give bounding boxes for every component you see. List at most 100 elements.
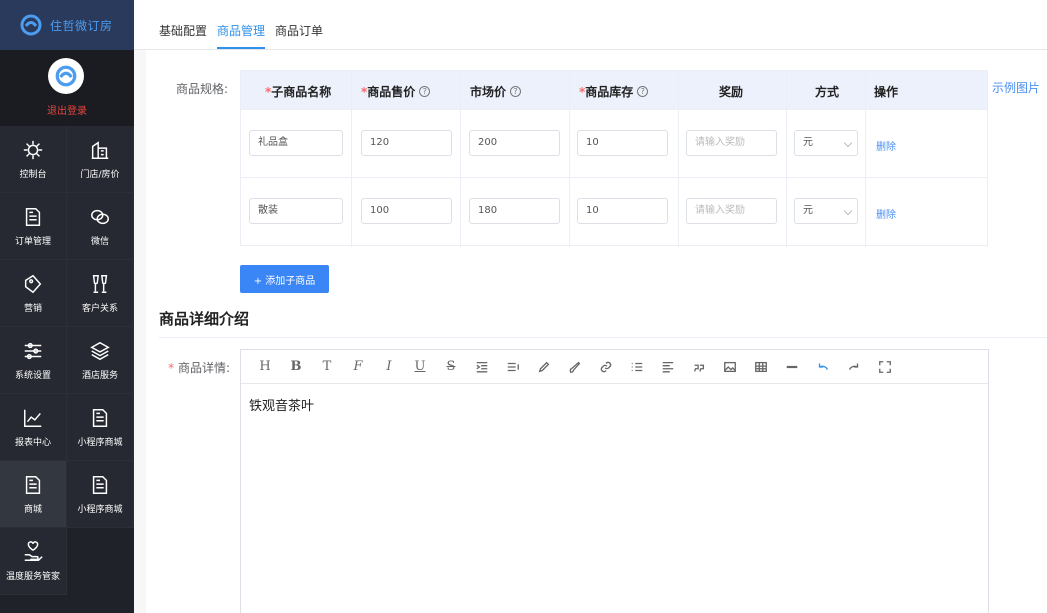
delete-link[interactable]: 删除 <box>876 206 896 221</box>
image-icon[interactable] <box>720 357 740 377</box>
line-height-icon[interactable] <box>503 357 523 377</box>
tab-product-orders[interactable]: 商品订单 <box>275 22 323 39</box>
market-price-input[interactable]: 180 <box>469 198 560 224</box>
add-sub-product-button[interactable]: + 添加子商品 <box>240 265 329 293</box>
quote-icon[interactable] <box>689 357 709 377</box>
mode-value: 元 <box>803 137 813 148</box>
sliders-icon <box>24 342 42 359</box>
menu-item-butler[interactable]: 温度服务管家 <box>0 528 67 595</box>
list-icon[interactable] <box>627 357 647 377</box>
menu-item-settings[interactable]: 系统设置 <box>0 327 67 394</box>
mode-select[interactable]: 元 <box>794 198 858 224</box>
fullscreen-icon[interactable] <box>875 357 895 377</box>
divider-icon[interactable] <box>782 357 802 377</box>
header-price-text: 商品售价 <box>367 85 416 99</box>
spec-table-header: * 子商品名称 * 商品售价? 市场价? * 商品库存? 奖励 方式 操作 <box>241 71 987 109</box>
underline-icon[interactable]: U <box>410 357 430 377</box>
menu-label: 微信 <box>90 236 109 247</box>
header-stock: * 商品库存? <box>579 83 649 100</box>
table-row: 礼品盒 120 200 10 请输入奖励 元 删除 <box>241 109 987 177</box>
menu-label: 小程序商城 <box>77 504 123 515</box>
document-icon <box>92 475 108 494</box>
wechat-icon <box>91 209 109 224</box>
header-market: 市场价? <box>470 83 522 100</box>
help-icon[interactable]: ? <box>637 86 649 97</box>
logout-link[interactable]: 退出登录 <box>0 102 134 117</box>
tab-bar: 基础配置 商品管理 商品订单 <box>134 0 1047 50</box>
menu-label: 温度服务管家 <box>5 571 60 582</box>
building-icon <box>91 140 109 159</box>
price-input[interactable]: 100 <box>361 198 452 224</box>
spec-label: 商品规格: <box>175 82 228 96</box>
help-icon[interactable]: ? <box>510 86 522 97</box>
reward-input[interactable]: 请输入奖励 <box>686 198 777 224</box>
tab-product-manage[interactable]: 商品管理 <box>217 22 266 49</box>
menu-label: 系统设置 <box>14 370 51 381</box>
link-icon[interactable] <box>596 357 616 377</box>
bg-color-icon[interactable] <box>565 357 585 377</box>
font-family-icon[interactable]: F <box>348 357 368 377</box>
menu-item-orders[interactable]: 订单管理 <box>0 193 67 260</box>
glasses-icon <box>92 274 108 293</box>
align-icon[interactable] <box>658 357 678 377</box>
logo-icon <box>20 14 42 36</box>
menu-item-wechat[interactable]: 微信 <box>67 193 134 260</box>
help-icon[interactable]: ? <box>419 86 431 97</box>
menu-item-mini-mall-2[interactable]: 小程序商城 <box>67 461 134 528</box>
tab-basic-config[interactable]: 基础配置 <box>159 22 207 39</box>
price-input[interactable]: 120 <box>361 130 452 156</box>
detail-label: * 商品详情: <box>160 359 230 376</box>
name-input[interactable]: 散装 <box>249 198 343 224</box>
stock-input[interactable]: 10 <box>577 130 668 156</box>
font-size-icon[interactable]: T <box>317 357 337 377</box>
mode-select[interactable]: 元 <box>794 130 858 156</box>
example-image-link[interactable]: 示例图片 <box>992 79 1040 96</box>
table-row: 散装 100 180 10 请输入奖励 元 删除 <box>241 177 987 245</box>
mode-value: 元 <box>803 205 813 216</box>
menu-item-reports[interactable]: 报表中心 <box>0 394 67 461</box>
menu-label: 营销 <box>23 303 42 314</box>
menu-item-stores[interactable]: 门店/房价 <box>67 126 134 193</box>
menu-label: 报表中心 <box>14 437 51 448</box>
indent-icon[interactable] <box>472 357 492 377</box>
document-icon <box>25 475 41 494</box>
header-market-text: 市场价 <box>470 85 507 99</box>
table-icon[interactable] <box>751 357 771 377</box>
required-mark: * <box>168 361 178 375</box>
heading-icon[interactable]: H <box>255 357 275 377</box>
header-action: 操作 <box>874 85 899 99</box>
italic-icon[interactable]: I <box>379 357 399 377</box>
menu-item-mall[interactable]: 商城 <box>0 461 67 528</box>
menu-item-marketing[interactable]: 营销 <box>0 260 67 327</box>
stock-input[interactable]: 10 <box>577 198 668 224</box>
header-stock-text: 商品库存 <box>585 85 634 99</box>
header-name-text: 子商品名称 <box>271 85 332 99</box>
menu-item-crm[interactable]: 客户关系 <box>67 260 134 327</box>
undo-icon[interactable] <box>813 357 833 377</box>
app-title: 住哲微订房 <box>50 18 113 33</box>
market-price-input[interactable]: 200 <box>469 130 560 156</box>
font-color-icon[interactable] <box>534 357 554 377</box>
bold-icon[interactable]: B <box>286 357 306 377</box>
redo-icon[interactable] <box>844 357 864 377</box>
menu-label: 酒店服务 <box>81 370 118 381</box>
reward-input[interactable]: 请输入奖励 <box>686 130 777 156</box>
menu-item-dashboard[interactable]: 控制台 <box>0 126 67 193</box>
chevron-down-icon <box>843 138 853 148</box>
detail-label-text: 商品详情: <box>177 361 230 375</box>
menu-label: 商城 <box>23 504 42 515</box>
hand-heart-icon <box>24 540 43 561</box>
menu-item-mini-mall[interactable]: 小程序商城 <box>67 394 134 461</box>
logo-bar: 住哲微订房 <box>0 0 134 50</box>
delete-link[interactable]: 删除 <box>876 138 896 153</box>
sun-gear-icon <box>23 140 43 159</box>
avatar[interactable] <box>48 58 84 94</box>
divider <box>159 337 1047 338</box>
strikethrough-icon[interactable]: S <box>441 357 461 377</box>
menu-item-hotel-service[interactable]: 酒店服务 <box>67 327 134 394</box>
section-title: 商品详细介绍 <box>159 310 250 328</box>
user-block: 退出登录 <box>0 50 134 126</box>
chevron-down-icon <box>843 206 853 216</box>
editor-content[interactable]: 铁观音茶叶 <box>249 395 314 414</box>
name-input[interactable]: 礼品盒 <box>249 130 343 156</box>
